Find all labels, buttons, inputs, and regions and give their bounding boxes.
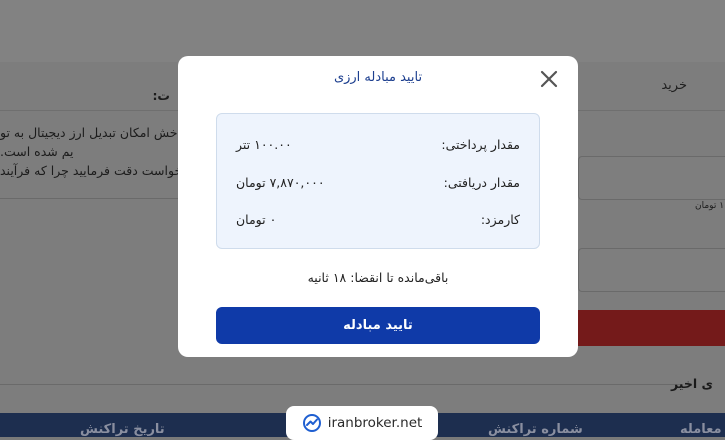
close-button[interactable]	[538, 68, 560, 90]
confirm-exchange-button[interactable]: تایید مبادله	[216, 307, 540, 344]
exchange-confirm-modal: تایید مبادله ارزی مقدار پرداختی: ۱۰۰.۰۰ …	[178, 56, 578, 357]
table-header-tx-number: شماره تراکنش	[488, 422, 583, 437]
paid-amount-label: مقدار پرداختی:	[441, 137, 520, 152]
watermark-text: iranbroker.net	[327, 415, 423, 431]
background-divider	[0, 198, 178, 199]
background-divider-recent	[0, 384, 680, 385]
background-input-receive	[578, 248, 725, 292]
table-header-tx-date: تاریخ تراکنش	[80, 422, 165, 437]
background-paragraph-line-1: خش امکان تبدیل ارز دیجیتال به تو	[0, 125, 178, 140]
received-amount-value: ۷,۸۷۰,۰۰۰ تومان	[236, 175, 325, 190]
exchange-summary-box: مقدار پرداختی: ۱۰۰.۰۰ تتر مقدار دریافتی:…	[216, 113, 540, 249]
background-paragraph-line-2: یم شده است.	[0, 144, 74, 159]
expiry-countdown: باقی‌مانده تا انقضا: ۱۸ ثانیه	[307, 270, 449, 285]
background-recent-title: ی اخیر	[671, 376, 713, 391]
watermark-badge: iranbroker.net	[286, 406, 438, 440]
fee-value: ۰ تومان	[236, 212, 277, 227]
paid-amount-value: ۱۰۰.۰۰ تتر	[236, 137, 292, 152]
received-amount-label: مقدار دریافتی:	[443, 175, 520, 190]
table-header-type: ع معامله	[680, 422, 725, 437]
tab-buy: خرید	[661, 78, 687, 93]
background-header	[0, 0, 725, 63]
close-icon	[540, 70, 558, 88]
background-input-amount	[578, 156, 725, 200]
background-submit-bar	[578, 310, 725, 346]
modal-title: تایید مبادله ارزی	[333, 70, 423, 85]
iranbroker-logo-icon	[302, 414, 321, 432]
background-input-hint: ۱ تومان	[695, 201, 725, 211]
background-paragraph-line-3: درخواست دقت فرمایید چرا که فرآیند	[0, 163, 194, 178]
fee-label: کارمزد:	[480, 212, 520, 227]
background-heading: ت:	[152, 88, 170, 103]
